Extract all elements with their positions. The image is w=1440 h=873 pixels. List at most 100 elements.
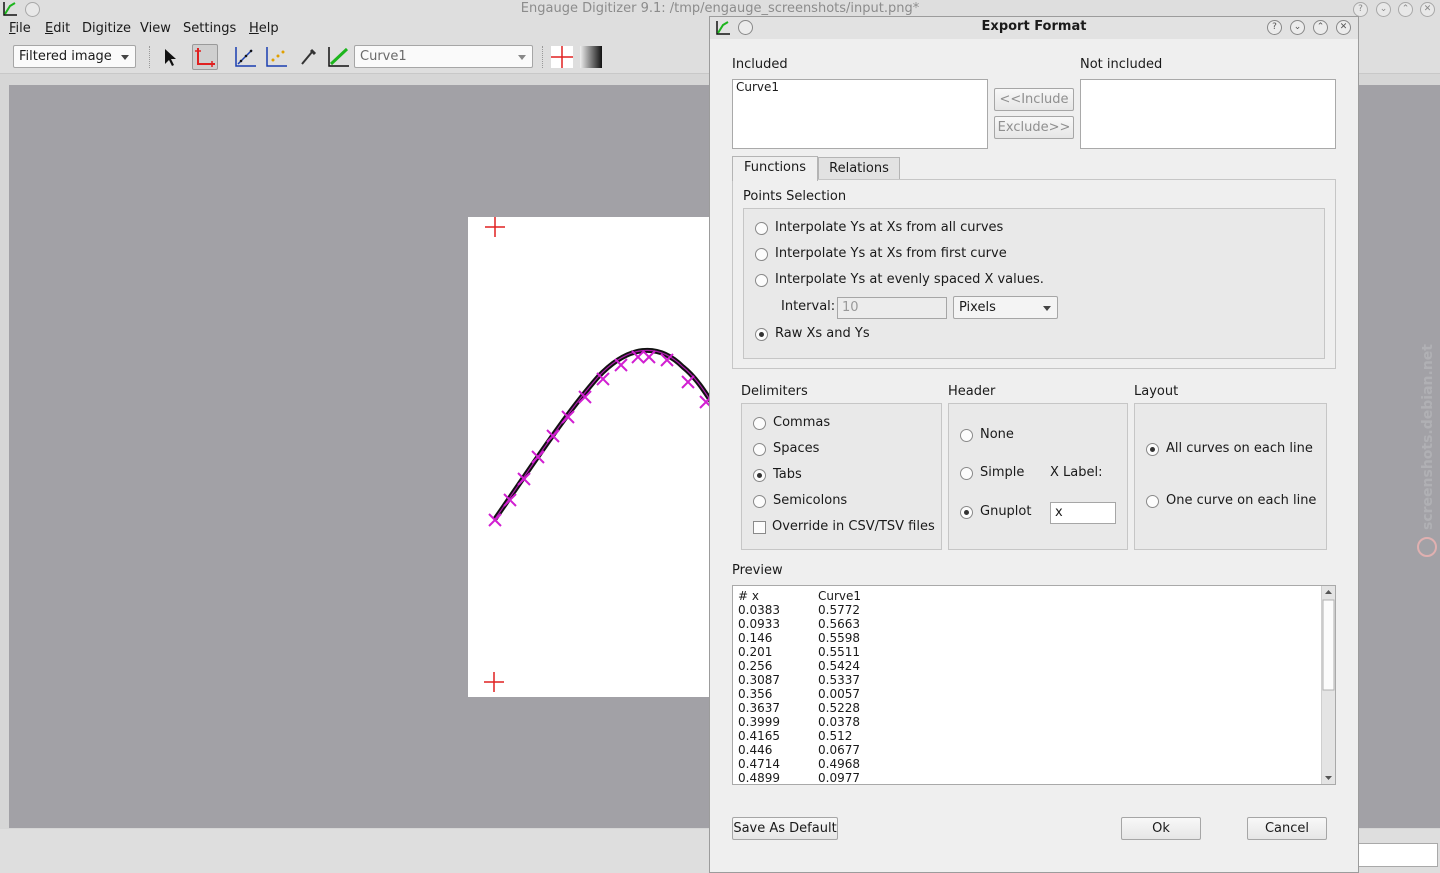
delimiter-spaces-label[interactable]: Spaces [773, 441, 819, 456]
cancel-button[interactable]: Cancel [1247, 817, 1327, 840]
preview-curve-value: 0.5598 [818, 631, 860, 645]
preview-curve-value: 0.0677 [818, 743, 860, 757]
layout-one-curve-radio[interactable] [1146, 495, 1159, 508]
interpolate-all-curves-radio[interactable] [755, 222, 768, 235]
curve-select[interactable]: Curve1 [354, 45, 533, 68]
window-title: Engauge Digitizer 9.1: /tmp/engauge_scre… [520, 1, 920, 16]
preview-x-value: 0.4714 [738, 757, 780, 771]
preview-row: 0.3637 0.5228 [738, 701, 861, 715]
curve-point-icon[interactable] [232, 44, 258, 70]
header-none-radio[interactable] [960, 429, 973, 442]
interval-label: Interval: [781, 299, 836, 314]
menu-help[interactable]: Help [249, 21, 279, 36]
included-curves-list[interactable]: Curve1 [732, 79, 988, 149]
menu-edit[interactable]: Edit [45, 21, 70, 36]
delimiter-tabs-label[interactable]: Tabs [773, 467, 802, 482]
delimiter-tabs-radio[interactable] [753, 469, 766, 482]
gradient-tool-icon[interactable] [578, 44, 604, 70]
color-picker-icon[interactable] [295, 44, 321, 70]
close-icon[interactable]: ✕ [1420, 2, 1435, 17]
menu-view[interactable]: View [140, 21, 171, 36]
graph-image[interactable] [468, 217, 721, 697]
interpolate-evenly-spaced-label[interactable]: Interpolate Ys at evenly spaced X values… [775, 272, 1044, 287]
curve-select-value: Curve1 [360, 49, 407, 64]
delimiter-semicolons-label[interactable]: Semicolons [773, 493, 847, 508]
layout-label: Layout [1134, 384, 1179, 399]
preview-scrollbar[interactable] [1321, 586, 1335, 784]
status-field [1358, 843, 1438, 867]
maximize-icon[interactable]: ⌃ [1313, 20, 1328, 35]
background-mode-select[interactable]: Filtered image [13, 45, 136, 68]
point-marker-icon[interactable] [681, 375, 695, 389]
segment-fill-icon[interactable] [325, 44, 351, 70]
raw-xs-ys-label[interactable]: Raw Xs and Ys [775, 326, 870, 341]
scroll-up-icon [1325, 590, 1332, 594]
axis-point-tool-button[interactable] [192, 44, 218, 70]
preview-x-value: 0.4165 [738, 729, 780, 743]
chevron-down-icon [121, 55, 129, 60]
point-match-icon[interactable] [263, 44, 289, 70]
preview-curve-value: 0.0057 [818, 687, 860, 701]
axis-point-icon [195, 48, 215, 67]
exclude-button[interactable]: Exclude>> [994, 116, 1074, 139]
menu-digitize[interactable]: Digitize [82, 21, 131, 36]
header-gnuplot-label[interactable]: Gnuplot [980, 504, 1031, 519]
layout-all-curves-radio[interactable] [1146, 443, 1159, 456]
header-none-label[interactable]: None [980, 427, 1014, 442]
header-simple-radio[interactable] [960, 467, 973, 480]
delimiter-spaces-radio[interactable] [753, 443, 766, 456]
preview-curve-value: 0.0977 [818, 771, 860, 785]
preview-row: 0.4899 0.0977 [738, 771, 861, 785]
interval-input[interactable]: 10 [837, 297, 947, 319]
delimiter-commas-label[interactable]: Commas [773, 415, 830, 430]
points-selection-label: Points Selection [743, 189, 847, 204]
x-label-input[interactable]: x [1050, 502, 1116, 524]
override-csv-label[interactable]: Override in CSV/TSV files [772, 519, 935, 534]
menu-settings[interactable]: Settings [183, 21, 236, 36]
list-item[interactable]: Curve1 [733, 80, 987, 95]
preview-header-curve: Curve1 [818, 589, 862, 603]
preview-x-value: 0.4899 [738, 771, 780, 785]
close-icon[interactable]: ✕ [1336, 20, 1351, 35]
preview-x-value: 0.146 [738, 631, 773, 645]
select-arrow-icon[interactable] [157, 44, 183, 70]
help-icon[interactable]: ? [1267, 20, 1282, 35]
preview-row: 0.0383 0.5772 [738, 603, 861, 617]
ok-button[interactable]: Ok [1121, 817, 1201, 840]
included-label: Included [732, 57, 788, 72]
delimiter-semicolons-radio[interactable] [753, 495, 766, 508]
menu-file[interactable]: File [9, 21, 31, 36]
minimize-icon[interactable]: ⌄ [1290, 20, 1305, 35]
minimize-icon[interactable]: ⌄ [1376, 2, 1391, 17]
curve-point-markers [488, 350, 713, 527]
help-icon[interactable]: ? [1353, 2, 1368, 17]
preview-curve-value: 0.5228 [818, 701, 860, 715]
interpolate-first-curve-radio[interactable] [755, 248, 768, 261]
override-csv-checkbox[interactable] [753, 521, 766, 534]
preview-curve-value: 0.5424 [818, 659, 860, 673]
not-included-curves-list[interactable] [1080, 79, 1336, 149]
tab-functions[interactable]: Functions [732, 156, 818, 181]
preview-textbox[interactable]: # x Curve1 0.0383 0.5772 0.0933 0.5663 0.146 0… [732, 585, 1336, 785]
delimiter-commas-radio[interactable] [753, 417, 766, 430]
raw-xs-ys-radio[interactable] [755, 328, 768, 341]
interpolate-first-curve-label[interactable]: Interpolate Ys at Xs from first curve [775, 246, 1007, 261]
include-button[interactable]: <<Include [994, 88, 1074, 111]
header-gnuplot-radio[interactable] [960, 506, 973, 519]
preview-header-x: # x [738, 589, 759, 603]
layout-all-curves-label[interactable]: All curves on each line [1166, 441, 1313, 456]
layout-one-curve-label[interactable]: One curve on each line [1166, 493, 1316, 508]
interval-units-select[interactable]: Pixels [953, 296, 1058, 319]
interpolate-all-curves-label[interactable]: Interpolate Ys at Xs from all curves [775, 220, 1003, 235]
checklist-guide-icon[interactable] [549, 44, 575, 70]
preview-x-value: 0.356 [738, 687, 773, 701]
save-as-default-button[interactable]: Save As Default [732, 817, 838, 840]
header-simple-label[interactable]: Simple [980, 465, 1024, 480]
maximize-icon[interactable]: ⌃ [1398, 2, 1413, 17]
preview-x-value: 0.0383 [738, 603, 780, 617]
interpolate-evenly-spaced-radio[interactable] [755, 274, 768, 287]
tab-relations[interactable]: Relations [818, 157, 900, 181]
preview-row: 0.256 0.5424 [738, 659, 861, 673]
layout-group [1134, 403, 1327, 550]
axis-point-top-left [485, 217, 505, 237]
